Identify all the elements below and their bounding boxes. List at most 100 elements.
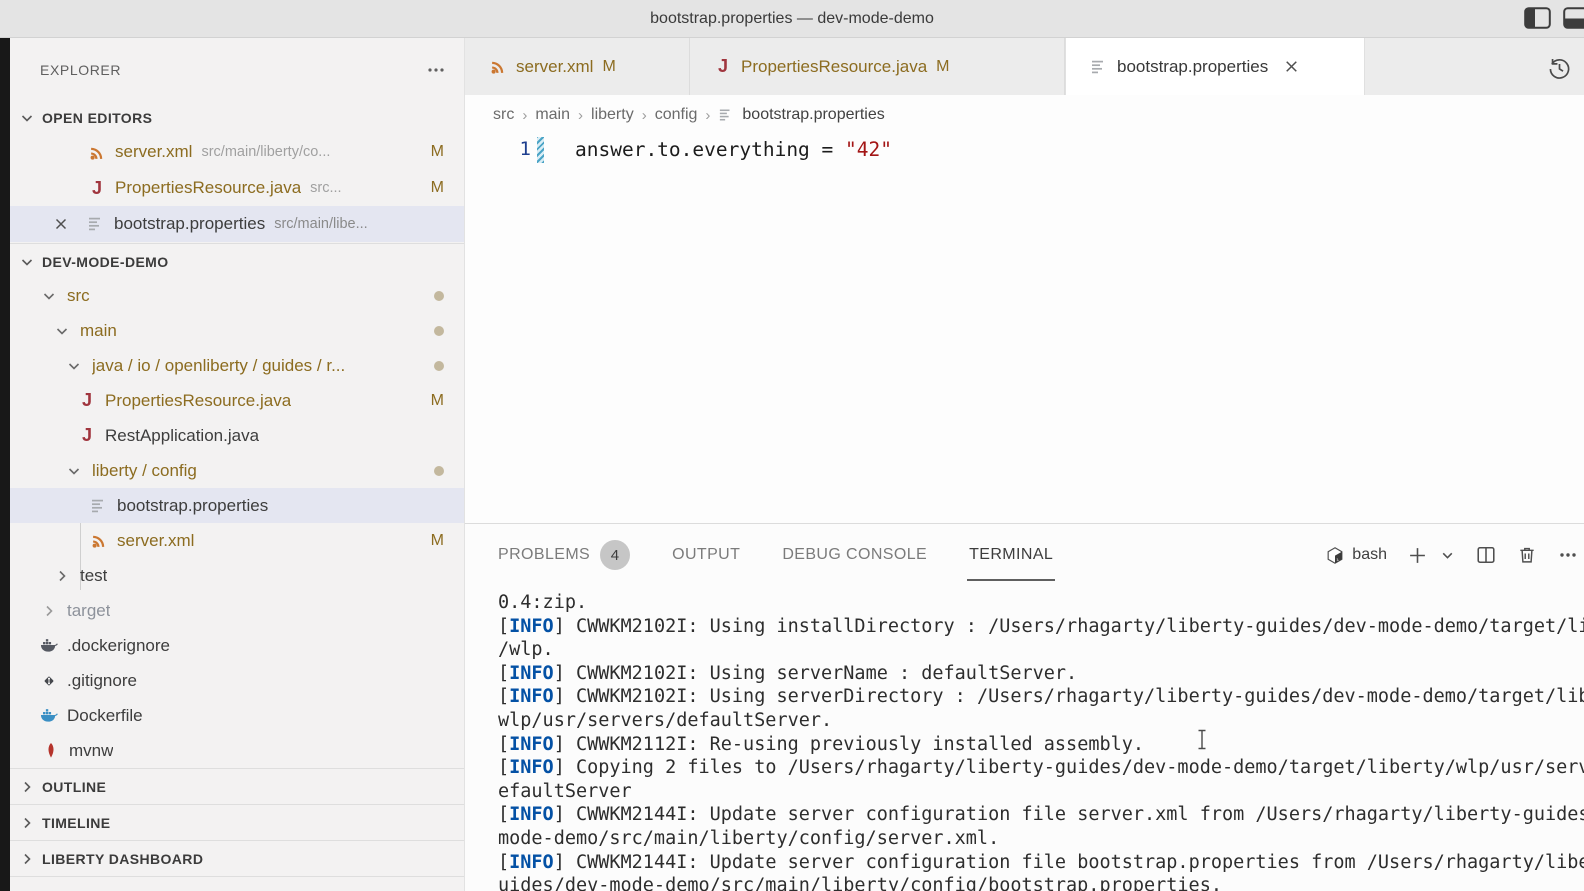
modified-badge: M (936, 58, 949, 76)
breadcrumb-item[interactable]: liberty (591, 106, 634, 124)
tree-item-java-package[interactable]: java / io / openliberty / guides / r... (10, 348, 464, 383)
title-bar: bootstrap.properties — dev-mode-demo (0, 0, 1584, 38)
tree-item-gitignore[interactable]: .gitignore (10, 663, 464, 698)
chevron-down-icon (53, 322, 71, 340)
properties-file-icon (87, 215, 105, 233)
java-file-icon: J (78, 425, 96, 446)
open-editors-label: OPEN EDITORS (42, 110, 152, 126)
terminal-shell-selector[interactable]: bash (1326, 546, 1387, 564)
modified-dot-badge (434, 361, 444, 371)
tree-item-rest-application-java[interactable]: J RestApplication.java (10, 418, 464, 453)
terminal-dropdown-chevron-icon[interactable] (1440, 548, 1455, 563)
chevron-down-icon (18, 253, 36, 271)
tree-item-dockerfile[interactable]: Dockerfile (10, 698, 464, 733)
java-file-icon: J (78, 390, 96, 411)
tree-item-main[interactable]: main (10, 313, 464, 348)
chevron-down-icon (40, 287, 58, 305)
text-cursor-pointer (1196, 729, 1208, 755)
java-file-icon: J (714, 56, 732, 77)
chevron-right-icon (40, 602, 58, 620)
modified-dot-badge (434, 291, 444, 301)
problems-count-badge: 4 (600, 540, 630, 570)
terminal-line: [INFO] CWWKM2102I: Using serverDirectory… (498, 685, 1584, 709)
toggle-panel-icon[interactable] (1563, 7, 1584, 29)
tab-server-xml[interactable]: server.xml M (465, 38, 690, 95)
xml-file-icon (90, 532, 108, 550)
git-icon (40, 672, 58, 690)
java-file-icon: J (88, 178, 106, 199)
code-text: answer.to.everything = "42" (575, 135, 892, 164)
bottom-panel: PROBLEMS 4 OUTPUT DEBUG CONSOLE TERMINAL… (465, 523, 1584, 891)
terminal-line: [INFO] CWWKM2144I: Update server configu… (498, 851, 1584, 875)
breadcrumb-item[interactable]: config (655, 106, 698, 124)
close-tab-icon[interactable] (1283, 58, 1300, 75)
outline-section-header[interactable]: OUTLINE (10, 768, 464, 804)
maven-icon (42, 742, 60, 760)
properties-file-icon (90, 497, 108, 515)
chevron-down-icon (65, 357, 83, 375)
tree-item-liberty-config[interactable]: liberty / config (10, 453, 464, 488)
tree-item-src[interactable]: src (10, 278, 464, 313)
panel-tab-terminal[interactable]: TERMINAL (969, 524, 1053, 586)
xml-file-icon (88, 143, 106, 161)
panel-tab-output[interactable]: OUTPUT (672, 524, 740, 586)
project-label: DEV-MODE-DEMO (42, 254, 169, 270)
window-layout-controls (1524, 7, 1584, 29)
open-editors-header[interactable]: OPEN EDITORS (10, 100, 464, 136)
tree-item-properties-resource-java[interactable]: J PropertiesResource.java M (10, 383, 464, 418)
chevron-right-icon: › (642, 107, 647, 124)
tree-item-dockerignore[interactable]: .dockerignore (10, 628, 464, 663)
terminal-actions: bash (1326, 524, 1584, 586)
tree-item-server-xml[interactable]: server.xml M (10, 523, 464, 558)
timeline-history-icon[interactable] (1547, 56, 1572, 86)
close-icon[interactable] (52, 215, 70, 233)
breadcrumb-item[interactable]: main (535, 106, 570, 124)
line-number: 1 (465, 135, 531, 164)
tree-item-bootstrap-properties[interactable]: bootstrap.properties (10, 488, 464, 523)
timeline-section-header[interactable]: TIMELINE (10, 804, 464, 840)
properties-file-icon (718, 107, 734, 123)
modified-badge: M (431, 532, 444, 550)
toggle-sidebar-icon[interactable] (1524, 7, 1551, 29)
tab-bootstrap-properties[interactable]: bootstrap.properties (1065, 38, 1365, 95)
open-editor-server-xml[interactable]: server.xml src/main/liberty/co... M (10, 134, 464, 170)
terminal-line: mode-demo/src/main/liberty/config/server… (498, 827, 1584, 851)
activity-bar-edge (0, 38, 10, 891)
terminal-line: wlp/usr/servers/defaultServer. (498, 709, 1584, 733)
breadcrumb-item[interactable]: src (493, 106, 514, 124)
chevron-right-icon (18, 814, 36, 832)
panel-tab-debug-console[interactable]: DEBUG CONSOLE (782, 524, 927, 586)
chevron-right-icon (18, 778, 36, 796)
explorer-sidebar: EXPLORER OPEN EDITORS server.xml src/mai… (10, 38, 465, 891)
new-terminal-icon[interactable] (1408, 546, 1427, 565)
panel-more-actions-icon[interactable] (1558, 545, 1578, 565)
chevron-right-icon (53, 567, 71, 585)
tree-item-test[interactable]: test (10, 558, 464, 593)
terminal-line: uides/dev-mode-demo/src/main/liberty/con… (498, 874, 1584, 891)
explorer-title: EXPLORER (40, 62, 121, 78)
liberty-dashboard-section-header[interactable]: LIBERTY DASHBOARD (10, 840, 464, 877)
modified-badge: M (431, 179, 444, 197)
tree-item-target[interactable]: target (10, 593, 464, 628)
modified-line-gutter-indicator (537, 137, 544, 163)
shell-label: bash (1352, 546, 1387, 564)
project-section-header[interactable]: DEV-MODE-DEMO (10, 243, 464, 279)
terminal-line: 0.4:zip. (498, 591, 1584, 615)
modified-badge: M (431, 392, 444, 410)
chevron-right-icon (18, 850, 36, 868)
terminal-output[interactable]: 0.4:zip. [INFO] CWWKM2102I: Using instal… (498, 591, 1584, 891)
tree-item-mvnw[interactable]: mvnw (10, 733, 464, 768)
split-terminal-icon[interactable] (1476, 545, 1496, 565)
open-editor-bootstrap-properties[interactable]: bootstrap.properties src/main/libe... (10, 206, 464, 242)
breadcrumb-file[interactable]: bootstrap.properties (742, 106, 884, 124)
kill-terminal-trash-icon[interactable] (1517, 545, 1537, 565)
panel-tab-problems[interactable]: PROBLEMS 4 (498, 524, 630, 586)
window-title: bootstrap.properties — dev-mode-demo (650, 10, 934, 28)
xml-file-icon (489, 58, 507, 76)
open-editor-properties-resource[interactable]: J PropertiesResource.java src... M (10, 170, 464, 206)
editor-pane[interactable]: 1 answer.to.everything = "42" (465, 135, 1584, 523)
code-line-1: 1 answer.to.everything = "42" (465, 135, 1584, 164)
tab-properties-resource-java[interactable]: J PropertiesResource.java M (690, 38, 1065, 95)
explorer-more-actions-icon[interactable] (426, 60, 446, 85)
terminal-line: /wlp. (498, 638, 1584, 662)
